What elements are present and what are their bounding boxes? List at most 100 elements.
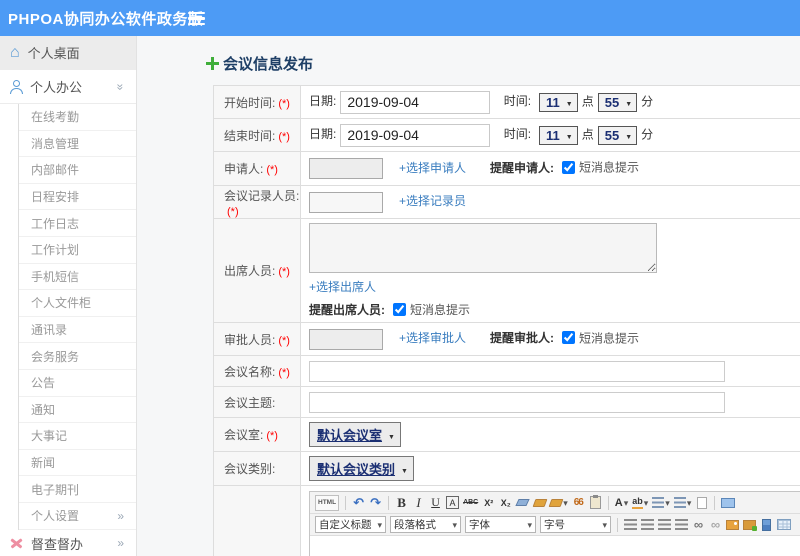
start-hour-select[interactable]: 11 bbox=[539, 92, 578, 112]
sidebar-item-e-journal[interactable]: 电子期刊 bbox=[19, 476, 136, 503]
strikethrough-button[interactable]: ABC bbox=[463, 495, 478, 511]
approver-input[interactable] bbox=[309, 328, 383, 350]
insert-table-icon[interactable] bbox=[777, 519, 791, 530]
applicant-input[interactable] bbox=[309, 158, 383, 179]
sidebar-item-work-plan[interactable]: 工作计划 bbox=[19, 237, 136, 264]
dropdown-arrow-icon bbox=[686, 497, 692, 509]
start-date-input[interactable] bbox=[340, 90, 491, 114]
insert-image-icon[interactable] bbox=[726, 519, 739, 530]
sidebar-item-internal-mail[interactable]: 内部邮件 bbox=[19, 157, 136, 184]
choose-approver-link[interactable]: +选择审批人 bbox=[399, 331, 466, 345]
end-hour-select[interactable]: 11 bbox=[539, 125, 578, 145]
new-page-icon[interactable] bbox=[696, 496, 707, 509]
blockquote-button[interactable]: 66 bbox=[572, 495, 585, 511]
start-minute-select[interactable]: 55 bbox=[597, 92, 638, 112]
meeting-room-select[interactable]: 默认会议室 bbox=[309, 422, 401, 447]
align-right-icon[interactable] bbox=[658, 519, 671, 530]
editor-content-area[interactable] bbox=[310, 536, 800, 556]
font-family-select[interactable]: 字体 bbox=[465, 516, 536, 533]
font-size-select[interactable]: 字号 bbox=[540, 516, 611, 533]
sidebar-item-news[interactable]: 新闻 bbox=[19, 450, 136, 477]
font-color-button[interactable]: A bbox=[615, 495, 628, 511]
required-mark: (*) bbox=[278, 366, 290, 379]
brush-icon[interactable] bbox=[532, 498, 548, 507]
sidebar-section-label: 个人办公 bbox=[30, 80, 83, 95]
sidebar-item-conference-service[interactable]: 会务服务 bbox=[19, 343, 136, 370]
preview-screen-icon[interactable] bbox=[721, 497, 736, 508]
sidebar-section-supervision[interactable]: 督查督办 bbox=[0, 530, 136, 556]
dropdown-arrow-icon bbox=[619, 95, 632, 109]
paragraph-format-select[interactable]: 段落格式 bbox=[390, 516, 461, 533]
sidebar: 个人桌面 个人办公 在线考勤 消息管理 内部邮件 日程安排 工作日志 工作计划 … bbox=[0, 36, 137, 556]
meeting-subject-input[interactable] bbox=[309, 391, 725, 413]
sidebar-item-notice[interactable]: 通知 bbox=[19, 397, 136, 424]
undo-icon[interactable] bbox=[352, 495, 365, 511]
format-painter-button[interactable] bbox=[548, 495, 568, 511]
dropdown-arrow-icon bbox=[382, 428, 395, 442]
sidebar-item-announcement[interactable]: 公告 bbox=[19, 370, 136, 397]
superscript-button[interactable]: X² bbox=[482, 495, 495, 511]
field-label: 会议主题: bbox=[213, 386, 301, 418]
form-row-recorder: 会议记录人员:(*) +选择记录员 bbox=[213, 185, 800, 219]
redo-icon[interactable] bbox=[369, 495, 382, 511]
meeting-category-select[interactable]: 默认会议类别 bbox=[309, 456, 414, 481]
choose-recorder-link[interactable]: +选择记录员 bbox=[399, 194, 466, 208]
sidebar-item-message-management[interactable]: 消息管理 bbox=[19, 131, 136, 158]
approver-sms-checkbox[interactable] bbox=[562, 331, 576, 345]
underline-button[interactable]: U bbox=[429, 495, 442, 511]
sidebar-item-contacts[interactable]: 通讯录 bbox=[19, 317, 136, 344]
align-left-icon[interactable] bbox=[624, 519, 637, 530]
field-label: 申请人: (*) bbox=[213, 151, 301, 186]
html-source-button[interactable]: HTML bbox=[315, 494, 340, 511]
eraser-icon[interactable] bbox=[515, 499, 530, 506]
meeting-form: 开始时间:(*) 日期: 时间:11点55分 结束时间:(*) 日期: 时间:1… bbox=[213, 85, 800, 556]
italic-button[interactable]: I bbox=[412, 495, 425, 511]
unordered-list-button[interactable] bbox=[673, 495, 692, 511]
heading-select[interactable]: 自定义标题 bbox=[315, 516, 386, 533]
sidebar-item-major-events[interactable]: 大事记 bbox=[19, 423, 136, 450]
sidebar-item-personal-desktop[interactable]: 个人桌面 bbox=[0, 36, 136, 70]
ordered-list-button[interactable] bbox=[652, 495, 670, 511]
sidebar-submenu: 在线考勤 消息管理 内部邮件 日程安排 工作日志 工作计划 手机短信 个人文件柜… bbox=[18, 104, 136, 530]
bold-button[interactable]: B bbox=[395, 495, 408, 511]
sidebar-item-sms[interactable]: 手机短信 bbox=[19, 264, 136, 291]
align-center-icon[interactable] bbox=[641, 519, 654, 530]
sidebar-item-personal-file-cabinet[interactable]: 个人文件柜 bbox=[19, 290, 136, 317]
hamburger-menu-icon[interactable] bbox=[188, 12, 205, 25]
sms-tip-label: 短消息提示 bbox=[579, 331, 640, 346]
justify-icon[interactable] bbox=[675, 519, 688, 530]
paste-icon[interactable] bbox=[589, 495, 601, 509]
screenshot-image-icon[interactable] bbox=[743, 519, 757, 531]
recorder-input[interactable] bbox=[309, 191, 383, 213]
time-label: 时间: bbox=[503, 127, 532, 142]
sidebar-item-label: 公告 bbox=[31, 376, 56, 391]
choose-applicant-link[interactable]: +选择申请人 bbox=[399, 161, 466, 175]
field-label: 会议名称: (*) bbox=[213, 355, 301, 387]
applicant-sms-checkbox[interactable] bbox=[562, 160, 576, 174]
link-icon[interactable] bbox=[692, 517, 705, 533]
font-style-button[interactable]: A bbox=[446, 496, 460, 509]
attendees-sms-checkbox[interactable] bbox=[393, 303, 406, 316]
end-minute-select[interactable]: 55 bbox=[597, 125, 638, 145]
required-mark: (*) bbox=[278, 266, 290, 278]
field-label: 会议类别: bbox=[213, 451, 301, 486]
end-date-input[interactable] bbox=[340, 123, 491, 147]
insert-media-icon[interactable] bbox=[762, 518, 771, 531]
sidebar-item-online-attendance[interactable]: 在线考勤 bbox=[19, 104, 136, 131]
form-row-meeting-subject: 会议主题: bbox=[213, 386, 800, 418]
date-label: 日期: bbox=[309, 94, 337, 109]
unlink-icon[interactable] bbox=[709, 517, 722, 533]
attendees-textarea[interactable] bbox=[309, 223, 657, 273]
sidebar-item-work-log[interactable]: 工作日志 bbox=[19, 210, 136, 237]
meeting-name-input[interactable] bbox=[309, 360, 725, 382]
highlight-button[interactable]: ab bbox=[632, 495, 648, 511]
ordered-list-icon bbox=[652, 497, 665, 508]
dropdown-arrow-icon bbox=[526, 519, 532, 531]
choose-attendees-link[interactable]: +选择出席人 bbox=[309, 280, 376, 294]
sidebar-item-schedule[interactable]: 日程安排 bbox=[19, 184, 136, 211]
sms-tip-label: 短消息提示 bbox=[410, 303, 471, 317]
main-content: 会议信息发布 开始时间:(*) 日期: 时间:11点55分 结束时间:(*) 日… bbox=[137, 36, 800, 556]
subscript-button[interactable]: X₂ bbox=[499, 495, 512, 511]
sidebar-item-personal-settings[interactable]: 个人设置 bbox=[19, 503, 136, 530]
sidebar-section-personal-office[interactable]: 个人办公 bbox=[0, 70, 136, 104]
